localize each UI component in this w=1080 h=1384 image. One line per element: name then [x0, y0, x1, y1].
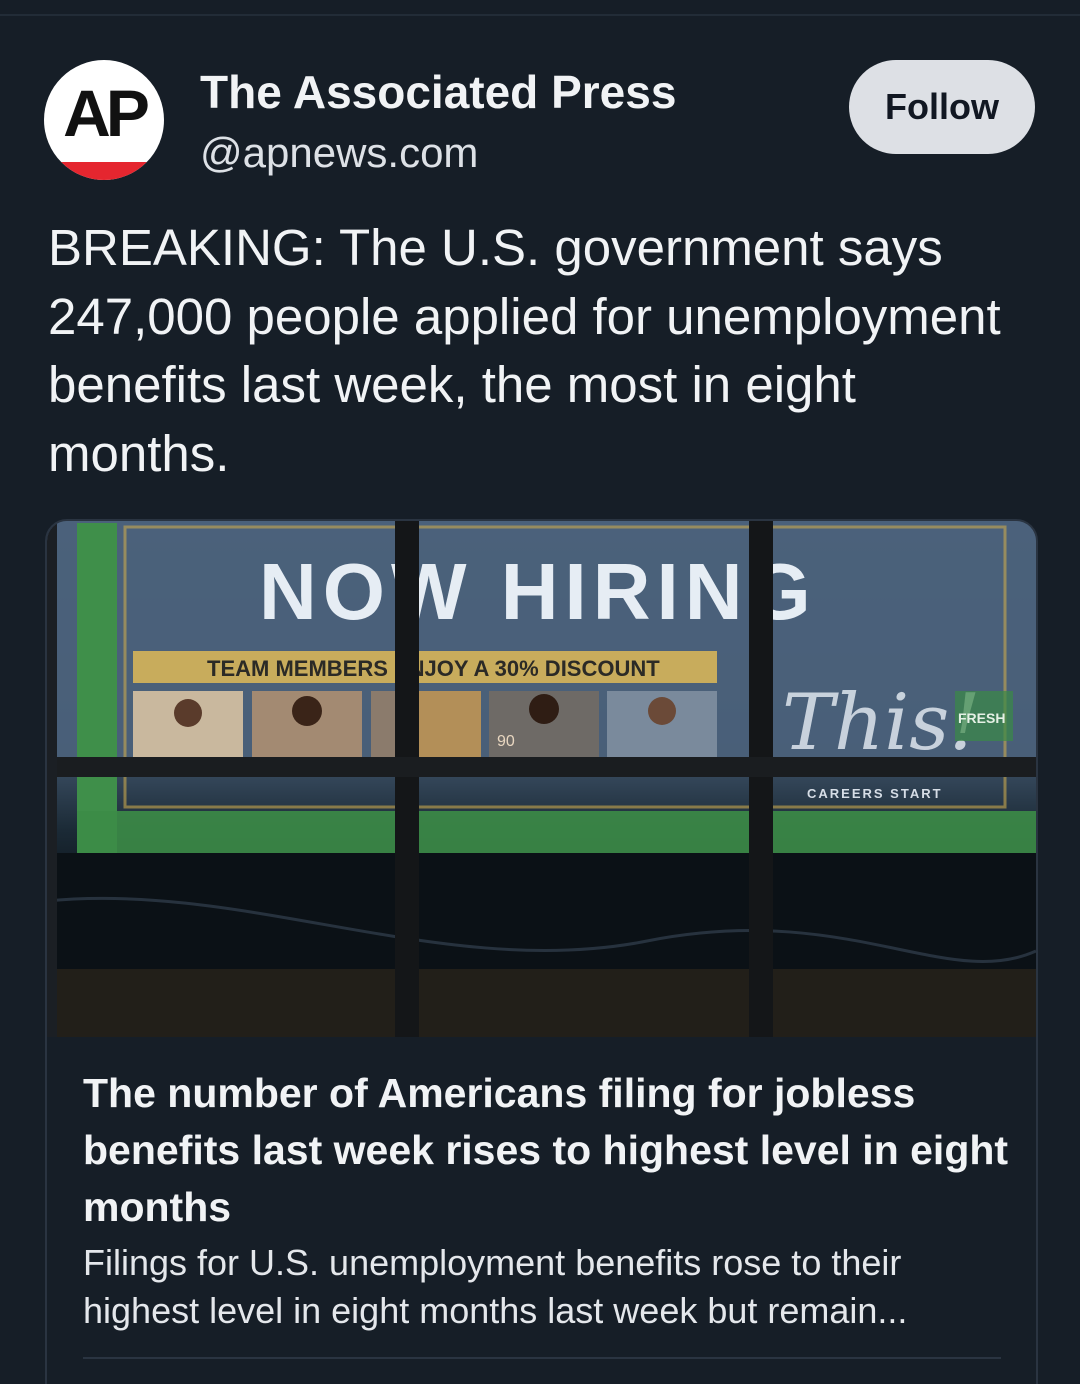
card-body[interactable]: The number of Americans filing for joble…: [47, 1039, 1036, 1384]
ap-logo-red-band: [44, 162, 164, 180]
author-avatar[interactable]: AP: [44, 60, 164, 180]
store-logo: FRESH: [958, 710, 1005, 726]
card-divider: [83, 1357, 1001, 1359]
now-hiring-photo: NOW HIRING TEAM MEMBERS ENJOY A 30% DISC…: [47, 521, 1036, 1037]
green-frame-left: [77, 523, 117, 853]
window-transom: [47, 757, 1036, 777]
card-title[interactable]: The number of Americans filing for joble…: [83, 1065, 1013, 1236]
author-display-name[interactable]: The Associated Press: [200, 64, 676, 120]
author-handle[interactable]: @apnews.com: [200, 126, 478, 180]
price-tag: 90: [497, 733, 515, 750]
follow-button[interactable]: Follow: [849, 60, 1035, 154]
window-mullion: [395, 521, 419, 1037]
card-image[interactable]: NOW HIRING TEAM MEMBERS ENJOY A 30% DISC…: [47, 521, 1036, 1037]
post: AP The Associated Press @apnews.com Foll…: [0, 0, 1080, 1384]
post-text: BREAKING: The U.S. government says 247,0…: [48, 219, 1001, 482]
signage-careers: CAREERS START: [807, 786, 943, 801]
signage-headline: NOW HIRING: [259, 547, 817, 636]
link-card[interactable]: NOW HIRING TEAM MEMBERS ENJOY A 30% DISC…: [45, 519, 1038, 1384]
ap-logo-text: AP: [63, 76, 150, 150]
green-frame-bottom: [77, 811, 1036, 853]
staff-photos: [133, 691, 717, 757]
signage-script: This!: [782, 678, 981, 768]
card-description: Filings for U.S. unemployment benefits r…: [83, 1242, 908, 1331]
signage-banner: TEAM MEMBERS ENJOY A 30% DISCOUNT: [207, 656, 660, 681]
window-mullion: [749, 521, 773, 1037]
